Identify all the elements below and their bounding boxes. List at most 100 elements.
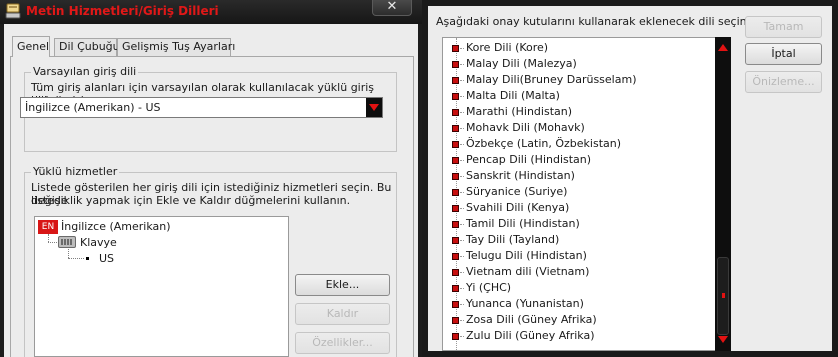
language-list-item[interactable]: Malay Dili (Malezya) [443,56,713,72]
tree-connector [460,176,464,177]
tab-general-label: Genel [17,40,50,53]
tree-connector [460,96,464,97]
language-list-item[interactable]: Zosa Dili (Güney Afrika) [443,312,713,328]
checkbox-icon[interactable] [452,77,459,84]
scroll-up-icon[interactable] [718,44,728,51]
group-title-installed-services: Yüklü hizmetler [31,165,120,178]
tree-connector [68,249,69,258]
installed-services-description-2: değişiklik yapmak için Ekle ve Kaldır dü… [31,194,351,207]
checkbox-icon[interactable] [452,61,459,68]
checkbox-icon[interactable] [452,253,459,260]
checkbox-icon[interactable] [452,141,459,148]
tree-connector [48,234,49,242]
scroll-thumb[interactable] [717,257,729,335]
tree-connector [460,48,464,49]
checkbox-icon[interactable] [452,237,459,244]
language-label: Sanskrit (Hindistan) [466,169,575,182]
language-label: Malay Dili(Bruney Darüsselam) [466,73,637,86]
tree-connector [460,256,464,257]
tree-connector [460,208,464,209]
checkbox-icon[interactable] [452,173,459,180]
checkbox-icon[interactable] [452,109,459,116]
language-badge-icon: EN [38,220,58,234]
properties-button[interactable]: Özellikler... [295,332,390,354]
default-language-value: İngilizce (Amerikan) - US [25,101,161,114]
checkbox-icon[interactable] [452,189,459,196]
tree-connector [48,242,57,243]
language-list-item[interactable]: Yunanca (Yunanistan) [443,296,713,312]
bullet-icon [86,257,89,260]
tree-connector [460,64,464,65]
ok-button[interactable]: Tamam [745,16,822,38]
checkbox-icon[interactable] [452,157,459,164]
language-list-item[interactable]: Marathi (Hindistan) [443,104,713,120]
grip-icon [722,293,725,298]
language-list-item[interactable]: Vietnam dili (Vietnam) [443,264,713,280]
default-language-dropdown[interactable]: İngilizce (Amerikan) - US [20,97,383,118]
scroll-down-icon[interactable] [718,336,728,343]
tree-connector [460,112,464,113]
checkbox-icon[interactable] [452,125,459,132]
tab-advanced-key-settings-label: Gelişmiş Tuş Ayarları [122,40,236,53]
language-label: Zulu Dili (Güney Afrika) [466,329,595,342]
language-list-item[interactable]: Tamil Dili (Hindistan) [443,216,713,232]
language-list-item[interactable]: Mohavk Dili (Mohavk) [443,120,713,136]
tree-connector [460,288,464,289]
tree-connector [460,128,464,129]
tab-language-bar[interactable]: Dil Çubuğu [54,38,120,56]
tree-connector [460,160,464,161]
add-language-prompt: Aşağıdaki onay kutularını kullanarak ekl… [436,15,751,28]
tree-connector [460,192,464,193]
checkbox-icon[interactable] [452,205,459,212]
checkbox-icon[interactable] [452,45,459,52]
language-list-item[interactable]: Svahili Dili (Kenya) [443,200,713,216]
language-list-item[interactable]: Kore Dili (Kore) [443,40,713,56]
language-label: Özbekçe (Latin, Özbekistan) [466,137,622,150]
tree-item-language[interactable]: İngilizce (Amerikan) [61,220,171,233]
language-list-item[interactable]: Özbekçe (Latin, Özbekistan) [443,136,713,152]
checkbox-icon[interactable] [452,285,459,292]
language-checkbox-list[interactable]: Kore Dili (Kore) Malay Dili (Malezya) Mala… [442,37,731,351]
tab-general[interactable]: Genel [12,36,50,57]
tree-connector [460,272,464,273]
tree-item-layout-us[interactable]: US [99,252,114,265]
language-list-item[interactable]: Tay Dili (Tayland) [443,232,713,248]
language-label: Telugu Dili (Hindistan) [466,249,587,262]
tree-connector [460,336,464,337]
language-label: Kore Dili (Kore) [466,41,549,54]
language-list-item[interactable]: Malay Dili(Bruney Darüsselam) [443,72,713,88]
language-label: Svahili Dili (Kenya) [466,201,570,214]
tree-connector [460,224,464,225]
language-list-item[interactable]: Telugu Dili (Hindistan) [443,248,713,264]
tree-connector [68,258,84,259]
chevron-down-icon[interactable] [366,98,382,117]
checkbox-icon[interactable] [452,333,459,340]
language-list-item[interactable]: Süryanice (Suriye) [443,184,713,200]
checkbox-icon[interactable] [452,93,459,100]
close-button[interactable]: ✕ [372,0,412,16]
title-bar[interactable]: Metin Hizmetleri/Giriş Dilleri ✕ [0,0,422,24]
close-icon: ✕ [386,0,398,14]
language-label: Pencap Dili (Hindistan) [466,153,592,166]
language-label: Malay Dili (Malezya) [466,57,577,70]
language-list-item[interactable]: Sanskrit (Hindistan) [443,168,713,184]
remove-button[interactable]: Kaldır [295,303,390,325]
checkbox-icon[interactable] [452,301,459,308]
tab-advanced-key-settings[interactable]: Gelişmiş Tuş Ayarları [117,38,235,56]
language-list-item[interactable]: Yi (ÇHC) [443,280,713,296]
language-label: Vietnam dili (Vietnam) [466,265,590,278]
checkbox-icon[interactable] [452,269,459,276]
language-label: Yunanca (Yunanistan) [466,297,584,310]
add-button[interactable]: Ekle... [295,274,390,296]
language-list-item[interactable]: Zulu Dili (Güney Afrika) [443,328,713,344]
tree-connector [460,304,464,305]
language-list-scrollbar[interactable] [715,37,731,351]
language-label: Tamil Dili (Hindistan) [466,217,580,230]
cancel-button[interactable]: İptal [745,43,822,65]
language-list-item[interactable]: Pencap Dili (Hindistan) [443,152,713,168]
preview-button[interactable]: Önizleme... [745,71,822,93]
checkbox-icon[interactable] [452,317,459,324]
tree-item-keyboard[interactable]: Klavye [80,236,117,249]
language-list-item[interactable]: Malta Dili (Malta) [443,88,713,104]
checkbox-icon[interactable] [452,221,459,228]
